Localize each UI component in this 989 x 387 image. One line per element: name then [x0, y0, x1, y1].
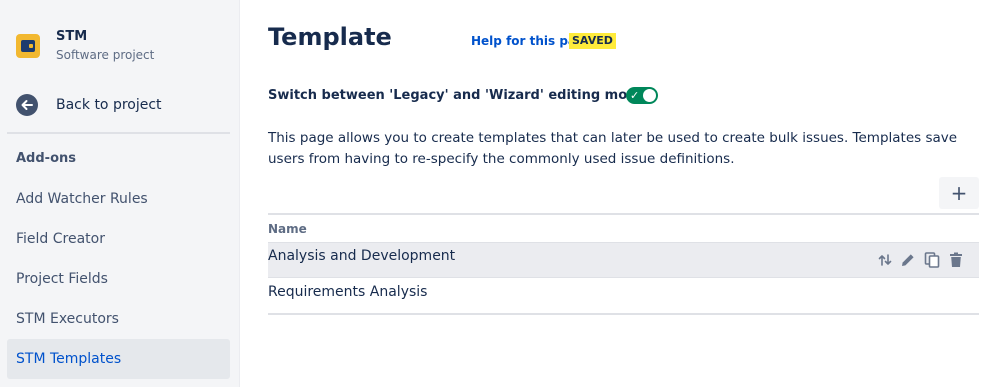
edit-icon[interactable] — [899, 251, 917, 269]
sidebar-item-stm-templates[interactable]: STM Templates — [7, 339, 230, 379]
sidebar: STM Software project Back to project Add… — [0, 0, 240, 387]
section-title-addons: Add-ons — [16, 151, 76, 166]
page-title: Template — [268, 23, 392, 51]
sidebar-item-field-creator[interactable]: Field Creator — [7, 219, 230, 259]
project-avatar-icon — [16, 34, 40, 58]
sort-icon[interactable] — [877, 252, 893, 268]
arrow-left-icon — [16, 94, 38, 116]
column-header-name: Name — [268, 222, 307, 236]
project-header[interactable]: STM Software project — [16, 28, 154, 63]
page-description: This page allows you to create templates… — [268, 130, 958, 167]
table-row[interactable]: Analysis and Development — [268, 242, 979, 278]
row-name: Analysis and Development — [268, 248, 456, 264]
row-actions — [877, 251, 965, 269]
table-row[interactable]: Requirements Analysis — [268, 278, 979, 315]
toggle-knob — [643, 89, 656, 102]
add-template-button[interactable]: + — [939, 177, 979, 209]
sidebar-divider — [7, 132, 230, 134]
table-top-border — [268, 213, 979, 215]
back-to-project-link[interactable]: Back to project — [16, 94, 162, 116]
row-name: Requirements Analysis — [268, 283, 428, 300]
project-type: Software project — [56, 48, 155, 62]
back-to-project-label: Back to project — [56, 97, 162, 113]
sidebar-item-add-watcher-rules[interactable]: Add Watcher Rules — [7, 179, 230, 219]
copy-icon[interactable] — [923, 251, 941, 269]
sidebar-item-stm-executors[interactable]: STM Executors — [7, 299, 230, 339]
delete-icon[interactable] — [947, 251, 965, 269]
app: STM Software project Back to project Add… — [0, 0, 989, 387]
sidebar-item-project-fields[interactable]: Project Fields — [7, 259, 230, 299]
project-text: STM Software project — [56, 28, 154, 63]
switch-label: Switch between 'Legacy' and 'Wizard' edi… — [268, 88, 659, 103]
editing-mode-toggle[interactable]: ✓ — [626, 87, 658, 104]
project-name: STM — [56, 29, 88, 44]
check-icon: ✓ — [630, 89, 640, 102]
saved-badge: SAVED — [569, 33, 616, 49]
